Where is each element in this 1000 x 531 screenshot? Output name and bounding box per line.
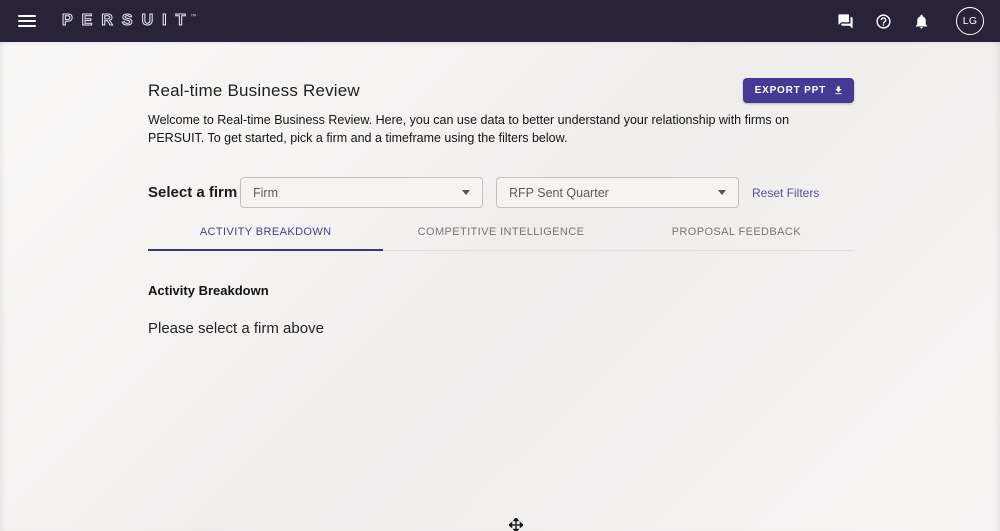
welcome-text: Welcome to Real-time Business Review. He…	[148, 112, 840, 147]
help-icon[interactable]	[874, 12, 892, 30]
firm-dropdown-value: Firm	[253, 186, 278, 200]
logo-trademark: ™	[190, 14, 196, 20]
notifications-icon[interactable]	[912, 12, 930, 30]
tab-proposal-feedback[interactable]: PROPOSAL FEEDBACK	[619, 214, 854, 250]
reset-filters-link[interactable]: Reset Filters	[752, 186, 819, 200]
navbar-actions: LG	[836, 7, 984, 35]
filter-row: Select a firm Firm RFP Sent Quarter Rese…	[148, 177, 854, 208]
download-icon	[833, 85, 844, 96]
chat-icon[interactable]	[836, 12, 854, 30]
rfp-sent-quarter-value: RFP Sent Quarter	[509, 186, 609, 200]
header-row: Real-time Business Review EXPORT PPT	[148, 78, 854, 103]
empty-state-message: Please select a firm above	[148, 320, 324, 337]
export-ppt-label: EXPORT PPT	[755, 85, 826, 96]
rfp-sent-quarter-dropdown[interactable]: RFP Sent Quarter	[496, 177, 739, 208]
page-background: Real-time Business Review EXPORT PPT Wel…	[0, 42, 1000, 531]
chevron-down-icon	[718, 190, 726, 195]
tab-competitive-intelligence[interactable]: COMPETITIVE INTELLIGENCE	[383, 214, 618, 250]
tab-bar: ACTIVITY BREAKDOWN COMPETITIVE INTELLIGE…	[148, 214, 854, 251]
tab-activity-breakdown[interactable]: ACTIVITY BREAKDOWN	[148, 214, 383, 250]
hamburger-menu-icon[interactable]	[18, 15, 36, 27]
persuit-logo: PERSUIT ™	[62, 13, 196, 29]
select-firm-label: Select a firm	[148, 184, 240, 201]
page-title: Real-time Business Review	[148, 81, 360, 101]
avatar[interactable]: LG	[956, 7, 984, 35]
export-ppt-button[interactable]: EXPORT PPT	[743, 78, 854, 103]
section-title: Activity Breakdown	[148, 283, 269, 298]
chevron-down-icon	[462, 190, 470, 195]
logo-text: PERSUIT	[62, 13, 194, 29]
move-cursor-icon	[509, 518, 523, 531]
firm-dropdown[interactable]: Firm	[240, 177, 483, 208]
top-navbar: PERSUIT ™ LG	[0, 0, 1000, 42]
